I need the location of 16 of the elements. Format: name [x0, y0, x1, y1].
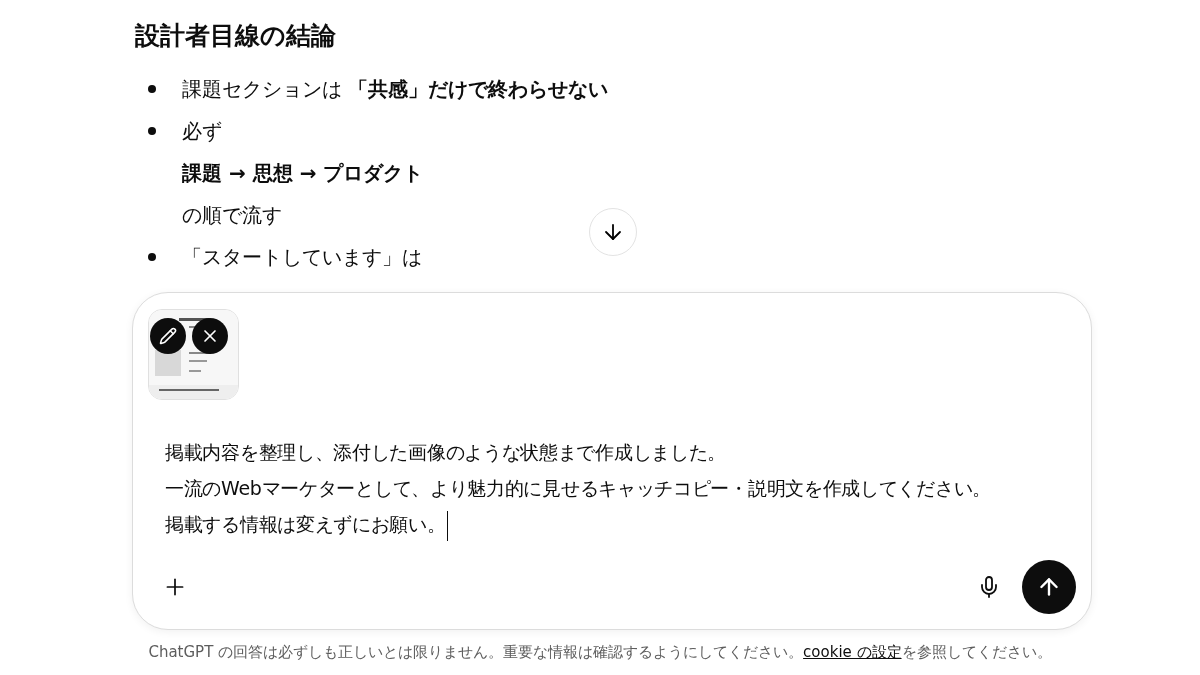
bullet-text: 必ず	[182, 118, 223, 145]
section-heading: 設計者目線の結論	[135, 20, 337, 52]
message-field[interactable]: 掲載内容を整理し、添付した画像のような状態まで作成しました。 一流のWebマーケターとして、より魅力的に見せるキャッチコピー・説明文を作成してください。 掲載する情報は変えずにお願い。	[165, 434, 1076, 542]
bullet-icon	[148, 127, 156, 135]
bullet-icon	[148, 253, 156, 261]
bullet-text: の順で流す	[182, 202, 283, 229]
scroll-down-button[interactable]	[589, 208, 637, 256]
pencil-icon	[159, 327, 177, 345]
bullet-text: 「スタートしています」は	[182, 244, 422, 271]
bullet-icon	[148, 85, 156, 93]
cookie-settings-link[interactable]: cookie の設定	[803, 643, 902, 661]
disclaimer-text: ChatGPT の回答は必ずしも正しいとは限りません。重要な情報は確認するようにしてください。cookie の設定を参照してください。	[147, 643, 1053, 662]
bullet-text: 課題 → 思想 → プロダクト	[182, 160, 424, 187]
bullet-text: 課題セクションは 「共感」だけで終わらせない	[182, 76, 609, 103]
send-button[interactable]	[1022, 560, 1076, 614]
text-cursor	[446, 510, 448, 541]
